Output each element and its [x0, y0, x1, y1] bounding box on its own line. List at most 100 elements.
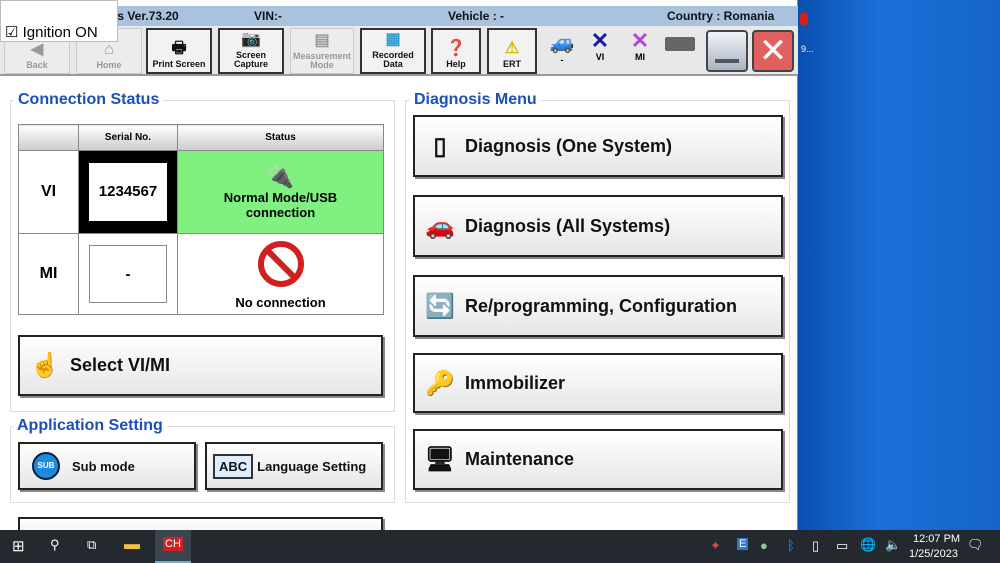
- vehicle-label: Vehicle : -: [448, 9, 505, 23]
- checkbox-icon: ☑: [5, 24, 19, 41]
- tray-e-icon[interactable]: E: [737, 538, 749, 550]
- vi-status-label: VI: [595, 52, 605, 62]
- header-serial: Serial No.: [78, 124, 178, 151]
- header-blank: [18, 124, 79, 151]
- row-name: MI: [18, 233, 79, 315]
- title-bar: us Ver.73.20 VIN:- Vehicle : - Country :…: [0, 6, 798, 26]
- globe-icon[interactable]: 🌐: [860, 537, 876, 553]
- sub-mode-button[interactable]: SUB Sub mode: [18, 442, 196, 490]
- home-icon: ⌂: [104, 41, 114, 58]
- bluetooth-icon[interactable]: ᛒ: [787, 538, 795, 553]
- vi-device-icon: ▯: [433, 132, 447, 160]
- vi-x-icon: ✕: [590, 28, 610, 53]
- notifications-icon[interactable]: 🗨: [967, 537, 984, 553]
- print-screen-button[interactable]: 🖶 Print Screen: [146, 28, 212, 74]
- mi-status: ✕ MI: [620, 30, 660, 63]
- ignition-popup: ☑ Ignition ON: [0, 0, 118, 42]
- ert-label: ERT: [503, 59, 521, 69]
- file-explorer-icon[interactable]: ▬: [124, 536, 140, 554]
- vi-status: ✕ VI: [580, 28, 620, 63]
- measurement-label: Measurement Mode: [292, 51, 352, 70]
- maintenance-button[interactable]: 🖥 Maintenance: [413, 429, 783, 490]
- capture-label: Screen Capture: [233, 50, 268, 69]
- country-label: Country : Romania: [667, 9, 775, 23]
- camera-icon: 📷: [241, 31, 261, 48]
- battery-icon: [665, 37, 695, 51]
- app-taskbar-button[interactable]: CH: [155, 530, 191, 563]
- help-label: Help: [446, 59, 466, 69]
- language-label: Language Setting: [257, 458, 367, 474]
- vin-label: VIN:-: [254, 9, 282, 23]
- mechanic-car-icon: 🚗: [425, 212, 455, 240]
- windows-start-icon[interactable]: ⊞: [12, 537, 25, 555]
- application-setting-title: Application Setting: [13, 417, 167, 435]
- maintenance-icon: 🖥: [424, 446, 456, 473]
- ert-button[interactable]: ⚠ ERT: [487, 28, 537, 74]
- search-icon[interactable]: ⚲: [50, 537, 60, 553]
- menu-label: Diagnosis (All Systems): [465, 215, 671, 236]
- serial-value: 1234567: [89, 163, 167, 221]
- help-icon: ❓: [446, 40, 466, 57]
- language-icon: ABC: [213, 453, 254, 479]
- key-icon: 🔑: [425, 369, 455, 397]
- usb-tray-icon[interactable]: ▯: [812, 538, 819, 554]
- tray-network-app-icon[interactable]: ●: [760, 538, 768, 553]
- immobilizer-button[interactable]: 🔑 Immobilizer: [413, 353, 783, 413]
- measurement-mode-button[interactable]: ▤ Measurement Mode: [290, 28, 354, 74]
- menu-label: Maintenance: [465, 449, 575, 469]
- app-window: us Ver.73.20 VIN:- Vehicle : - Country :…: [0, 0, 798, 547]
- diagnosis-one-system-button[interactable]: ▯ Diagnosis (One System): [413, 115, 783, 177]
- screen-capture-button[interactable]: 📷 Screen Capture: [218, 28, 284, 74]
- header-status: Status: [177, 124, 384, 151]
- version-label: us Ver.73.20: [110, 9, 179, 23]
- language-setting-button[interactable]: ABC Language Setting: [205, 442, 383, 490]
- reprogramming-button[interactable]: 🔄 Re/programming, Configuration: [413, 275, 783, 337]
- table-row-vi: VI 1234567 🔌 Normal Mode/USB connection: [18, 150, 384, 234]
- sub-mode-icon: SUB: [32, 452, 60, 480]
- minimize-icon: [715, 59, 739, 63]
- usb-icon: 🔌: [266, 164, 295, 189]
- desktop-icon[interactable]: [800, 12, 808, 26]
- reprogramming-icon: 🔄: [425, 292, 455, 320]
- menu-label: Diagnosis (One System): [465, 135, 673, 156]
- tray-app-icon[interactable]: ✦: [710, 538, 721, 554]
- row-name: VI: [18, 150, 79, 234]
- clock-time[interactable]: 12:07 PM: [913, 533, 960, 545]
- close-button[interactable]: ✕: [752, 30, 794, 72]
- desktop: [798, 0, 1000, 530]
- recorded-data-button[interactable]: ▦ Recorded Data: [360, 28, 426, 74]
- print-label: Print Screen: [152, 59, 206, 69]
- no-connection-icon: [257, 240, 304, 287]
- taskbar: ⊞ ⚲ ⧉ ▬ CH ✦ E ● ᛒ ▯ ▭ 🌐 🔈 12:07 PM 1/25…: [0, 530, 1000, 563]
- diagnosis-menu-title: Diagnosis Menu: [410, 91, 541, 109]
- back-label: Back: [26, 60, 48, 70]
- task-view-icon[interactable]: ⧉: [87, 537, 96, 553]
- mi-status-label: MI: [635, 52, 645, 62]
- minimize-button[interactable]: [706, 30, 748, 72]
- sub-mode-label: Sub mode: [72, 458, 135, 474]
- status-text: Normal Mode/USB connection: [223, 190, 338, 220]
- recorded-data-icon: ▦: [385, 31, 401, 48]
- status-text: No connection: [235, 294, 326, 310]
- measurement-icon: ▤: [314, 32, 330, 49]
- back-icon: ◀: [30, 41, 44, 58]
- toolbar: ◀ Back ⌂ Home 🖶 Print Screen 📷 Screen Captur…: [0, 26, 798, 76]
- battery-tray-icon[interactable]: ▭: [836, 538, 848, 554]
- car-icon: 🚙: [549, 32, 575, 54]
- diagnosis-all-systems-button[interactable]: 🚗 Diagnosis (All Systems): [413, 195, 783, 257]
- ignition-checkbox[interactable]: ☑ Ignition ON: [5, 23, 98, 41]
- volume-icon[interactable]: 🔈: [885, 537, 901, 553]
- select-vi-mi-icon: ☝: [30, 352, 60, 379]
- table-row-mi: MI - No connection: [18, 233, 384, 315]
- printer-icon: 🖶: [171, 40, 187, 57]
- connection-status-title: Connection Status: [14, 91, 164, 109]
- select-vi-mi-label: Select VI/MI: [70, 355, 171, 375]
- connection-table: Serial No. Status VI 1234567 🔌 Normal Mode…: [18, 124, 384, 315]
- select-vi-mi-button[interactable]: ☝ Select VI/MI: [18, 335, 383, 396]
- warning-icon: ⚠: [504, 40, 520, 57]
- clock-date[interactable]: 1/25/2023: [909, 548, 958, 560]
- ignition-label: Ignition ON: [22, 24, 98, 41]
- help-button[interactable]: ❓ Help: [431, 28, 481, 74]
- home-label: Home: [96, 60, 122, 70]
- car-status-label: -: [560, 55, 564, 65]
